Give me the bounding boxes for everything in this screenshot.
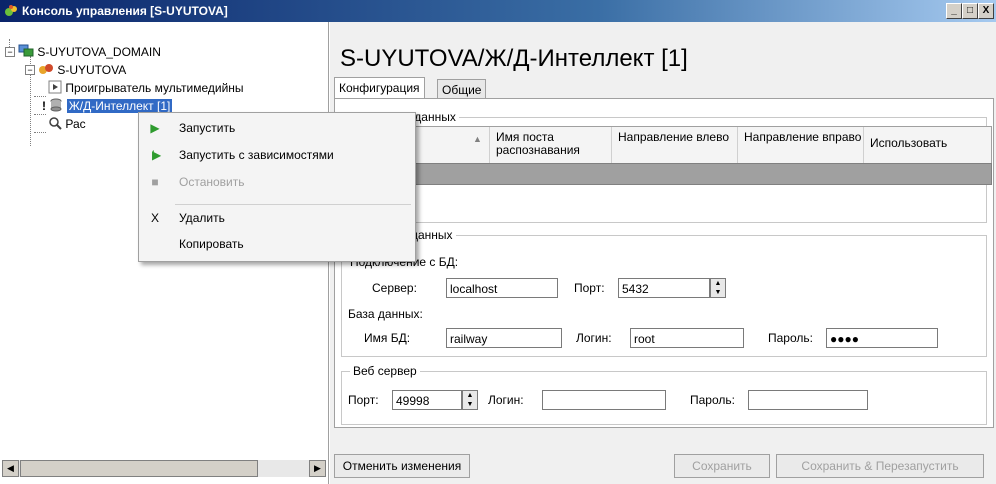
scroll-right-icon[interactable]: ▶: [309, 460, 326, 477]
domain-icon: [18, 44, 34, 57]
menu-item-start-with-dependencies[interactable]: ⁞▶ Запустить с зависимостями: [139, 144, 415, 166]
database-label: База данных:: [348, 307, 423, 321]
menu-item-start[interactable]: ▶ Запустить: [139, 117, 415, 139]
port-label: Порт:: [574, 281, 605, 295]
sort-asc-icon: ▲: [473, 134, 482, 144]
port-stepper[interactable]: ▲ ▼: [710, 278, 726, 298]
web-password-input[interactable]: [748, 390, 868, 410]
sources-group: Источники данных ▲ Имя поста распознаван…: [341, 110, 992, 223]
column-header-post[interactable]: Имя поста распознавания: [489, 127, 611, 163]
sources-table-header: ▲ Имя поста распознавания Направление вл…: [348, 126, 992, 164]
column-header-use[interactable]: Использовать: [863, 127, 991, 163]
login-label: Логин:: [576, 331, 612, 345]
tab-general[interactable]: Общие: [437, 79, 487, 100]
web-login-input[interactable]: [542, 390, 666, 410]
tree-horizontal-scrollbar[interactable]: ◀ ▶: [2, 460, 326, 477]
collapse-server-icon[interactable]: −: [25, 65, 35, 75]
sources-table-body[interactable]: [348, 163, 992, 185]
window-title-bar[interactable]: Консоль управления [S-UYUTOVA] _ □ X: [0, 0, 996, 22]
password-input[interactable]: ●●●●: [826, 328, 938, 348]
web-port-stepper[interactable]: ▲ ▼: [462, 390, 478, 410]
login-input[interactable]: root: [630, 328, 744, 348]
magnifier-icon: [49, 117, 62, 130]
close-button[interactable]: X: [978, 3, 994, 19]
main-panel: S-UYUTOVA/Ж/Д-Интеллект [1] Конфигурация…: [330, 22, 996, 484]
server-icon: [39, 64, 53, 74]
menu-item-stop[interactable]: ■ Остановить: [139, 171, 415, 193]
tree-item-label: S-UYUTOVA: [57, 63, 127, 77]
database-icon: [50, 98, 62, 112]
save-button[interactable]: Сохранить: [674, 454, 770, 478]
web-port-label: Порт:: [348, 393, 379, 407]
tree-item-player[interactable]: Проигрыватель мультимедийны: [48, 80, 244, 96]
tree-item-label: Рас: [65, 117, 86, 131]
dbname-input[interactable]: railway: [446, 328, 562, 348]
scroll-left-icon[interactable]: ◀: [2, 460, 19, 477]
storage-group: Хранение данных Подключение с БД: Сервер…: [341, 228, 987, 357]
scroll-thumb[interactable]: [20, 460, 258, 477]
tree-item-server[interactable]: S-UYUTOVA: [38, 62, 126, 78]
cancel-changes-button[interactable]: Отменить изменения: [334, 454, 470, 478]
alert-icon: !: [42, 99, 46, 113]
server-input[interactable]: localhost: [446, 278, 558, 298]
server-label: Сервер:: [372, 281, 417, 295]
port-input[interactable]: 5432: [618, 278, 710, 298]
minimize-button[interactable]: _: [946, 3, 962, 19]
collapse-domain-icon[interactable]: −: [5, 47, 15, 57]
menu-item-delete[interactable]: X Удалить: [139, 207, 415, 229]
dbname-label: Имя БД:: [364, 331, 411, 345]
web-server-group: Веб сервер Порт: 49998 ▲ ▼ Логин: Пароль:: [341, 364, 987, 425]
tree-item-label: Проигрыватель мультимедийны: [65, 81, 244, 95]
web-login-label: Логин:: [488, 393, 524, 407]
window-title: Консоль управления [S-UYUTOVA]: [22, 4, 228, 18]
context-menu: ▶ Запустить ⁞▶ Запустить с зависимостями…: [138, 112, 416, 262]
tree-item-domain[interactable]: S-UYUTOVA_DOMAIN: [18, 44, 161, 60]
page-title: S-UYUTOVA/Ж/Д-Интеллект [1]: [340, 45, 688, 72]
save-restart-button[interactable]: Сохранить & Перезапустить: [776, 454, 984, 478]
menu-item-copy[interactable]: Копировать: [139, 233, 415, 255]
play-dependencies-icon: ⁞▶: [151, 148, 162, 162]
tree-item-schedule[interactable]: Рас: [48, 116, 86, 132]
stop-icon: ■: [151, 175, 159, 189]
play-icon: ▶: [150, 121, 160, 135]
tree-item-label: S-UYUTOVA_DOMAIN: [37, 45, 161, 59]
tab-content: Источники данных ▲ Имя поста распознаван…: [334, 98, 994, 428]
column-header-left[interactable]: Направление влево: [611, 127, 737, 163]
menu-separator: [175, 204, 411, 205]
delete-icon: X: [150, 211, 159, 225]
web-password-label: Пароль:: [690, 393, 735, 407]
player-icon: [48, 80, 62, 94]
tab-configuration[interactable]: Конфигурация: [334, 77, 425, 100]
web-port-input[interactable]: 49998: [392, 390, 462, 410]
tree-item-label: Ж/Д-Интеллект [1]: [66, 99, 173, 113]
console-icon: [5, 5, 17, 16]
password-label: Пароль:: [768, 331, 813, 345]
maximize-button[interactable]: □: [962, 3, 978, 19]
column-header-right[interactable]: Направление вправо: [737, 127, 863, 163]
web-server-group-title: Веб сервер: [350, 364, 420, 378]
